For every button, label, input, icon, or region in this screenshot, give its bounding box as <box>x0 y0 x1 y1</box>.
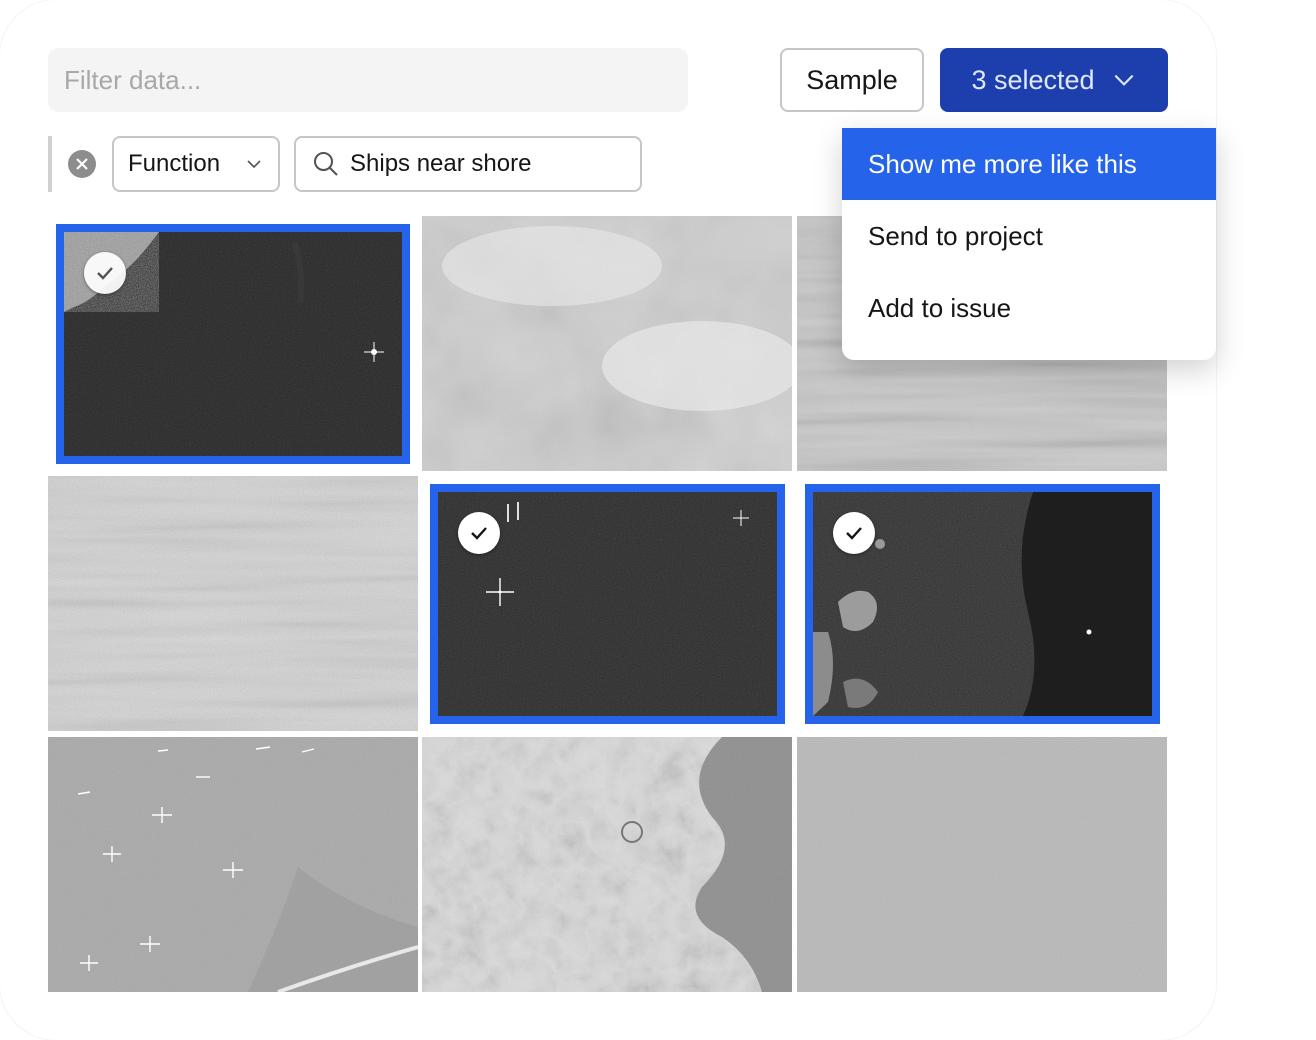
menu-item-send-to-project[interactable]: Send to project <box>842 200 1216 272</box>
image-tile[interactable] <box>422 216 792 471</box>
selection-actions-menu: Show me more like this Send to project A… <box>842 128 1216 360</box>
image-tile-selected[interactable] <box>805 484 1160 724</box>
image-tile-selected[interactable] <box>56 224 410 464</box>
checkmark-icon <box>97 267 113 280</box>
sample-button[interactable]: Sample <box>780 48 924 112</box>
image-tile[interactable] <box>422 737 792 992</box>
filter-input[interactable] <box>48 48 688 112</box>
clear-filters-button[interactable] <box>68 150 96 178</box>
checkmark-icon <box>846 527 862 540</box>
selection-count-label: 3 selected <box>971 64 1095 95</box>
image-tile[interactable] <box>48 476 418 731</box>
checkmark-icon <box>471 527 487 540</box>
filter-group-divider <box>48 136 52 192</box>
sar-image-gray-ships <box>48 737 418 992</box>
menu-item-add-to-issue[interactable]: Add to issue <box>842 272 1216 344</box>
close-icon <box>76 158 88 170</box>
selected-check-badge[interactable] <box>458 512 500 554</box>
image-tile-selected[interactable] <box>430 484 785 724</box>
function-select[interactable]: Function <box>112 136 280 192</box>
menu-item-label: Send to project <box>868 220 1043 251</box>
selected-check-badge[interactable] <box>833 512 875 554</box>
function-select-label: Function <box>128 150 221 177</box>
search-icon <box>314 152 338 176</box>
menu-item-label: Add to issue <box>868 292 1012 323</box>
sample-button-label: Sample <box>806 64 898 95</box>
sar-image-gray-plain <box>797 737 1167 992</box>
menu-item-label: Show me more like this <box>868 148 1137 179</box>
chevron-down-icon <box>1114 74 1133 86</box>
chevron-down-icon <box>247 160 261 169</box>
sar-image-light-texture <box>48 476 418 731</box>
image-tile[interactable] <box>797 737 1167 992</box>
menu-item-show-more-like-this[interactable]: Show me more like this <box>842 128 1216 200</box>
selected-check-badge[interactable] <box>84 252 126 294</box>
image-tile[interactable] <box>48 737 418 992</box>
selection-dropdown-button[interactable]: 3 selected <box>940 48 1168 112</box>
search-filter-value: Ships near shore <box>350 150 532 177</box>
sar-image-light-clouds <box>422 216 792 471</box>
sar-image-light-terrain <box>422 737 792 992</box>
search-filter-field[interactable]: Ships near shore <box>294 136 642 192</box>
